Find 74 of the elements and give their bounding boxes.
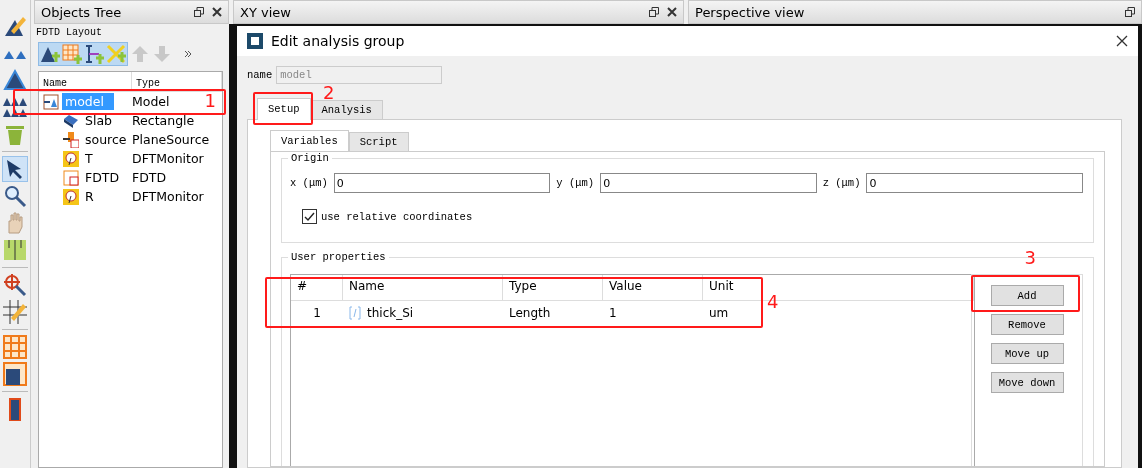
coordinate-field[interactable]: 0 [333, 173, 551, 193]
column-header[interactable]: # [291, 275, 343, 301]
table-cell-text: um [708, 305, 730, 322]
tree-item-type: Rectangle [132, 113, 195, 128]
dialog-title: Edit analysis group [271, 33, 405, 49]
view-title: XY view [240, 4, 291, 20]
tree-item[interactable]: Slab [82, 112, 115, 129]
coordinate-field[interactable]: 0 [600, 173, 817, 193]
field-label: x (μm) [290, 177, 328, 189]
tree-item-type: FDTD [132, 170, 167, 185]
float-icon[interactable] [649, 7, 659, 17]
panel-title: Objects Tree [41, 4, 122, 20]
table-cell-text: Length [508, 305, 552, 322]
fdtd-region-icon [63, 169, 79, 186]
model-icon [43, 93, 59, 110]
search-icon[interactable] [3, 184, 27, 208]
monitor-icon [63, 150, 79, 167]
column-header[interactable]: Type [503, 275, 603, 301]
calculator-grid-icon[interactable] [3, 362, 27, 386]
tree-item[interactable]: FDTD [82, 169, 123, 186]
group-title: User properties [288, 251, 389, 263]
float-icon[interactable] [194, 7, 204, 17]
table-cell: thick_Si [367, 306, 414, 320]
annotation-number: 3 [1024, 249, 1036, 267]
ruler-icon[interactable] [3, 238, 27, 262]
app-icon [247, 33, 263, 49]
grid-pen-icon[interactable] [3, 300, 27, 324]
close-icon[interactable] [212, 7, 222, 17]
tab[interactable]: Setup [257, 98, 311, 120]
close-icon[interactable] [667, 7, 677, 17]
tree-item[interactable]: R [82, 188, 97, 205]
tree-item-type: DFTMonitor [132, 189, 204, 204]
annotation-number: 1 [204, 92, 216, 110]
column-header[interactable]: Name [343, 275, 503, 301]
checkbox-label: use relative coordinates [321, 210, 473, 223]
variable-icon [349, 306, 361, 320]
tab[interactable]: Variables [270, 130, 349, 152]
tree-item-type: Model [132, 94, 170, 109]
float-icon[interactable] [1125, 7, 1135, 17]
monitor-icon [63, 188, 79, 205]
layout-label: FDTD Layout [35, 26, 103, 40]
triangle-icon[interactable] [3, 68, 27, 92]
annotation-number: 2 [323, 84, 335, 102]
tab[interactable]: Script [348, 132, 409, 151]
tree-item-type: PlaneSource [132, 132, 210, 147]
table-cell-text: 1 [608, 305, 618, 322]
coordinate-field[interactable]: 0 [866, 173, 1083, 193]
source-icon [63, 131, 79, 148]
add-port-icon[interactable] [84, 44, 104, 64]
pointer-icon[interactable] [3, 157, 27, 181]
zoom-target-icon[interactable] [3, 273, 27, 297]
tab[interactable]: Analysis [310, 100, 383, 119]
tree-item-type: DFTMonitor [132, 151, 204, 166]
close-icon[interactable] [1116, 35, 1128, 47]
group-title: Origin [288, 152, 332, 164]
tree-item[interactable]: source [82, 131, 130, 148]
column-header[interactable]: Value [603, 275, 703, 301]
column-header[interactable]: Name [39, 72, 132, 91]
field-label: z (μm) [822, 177, 861, 189]
annotation-box [253, 92, 313, 125]
action-button[interactable]: Add [990, 285, 1064, 306]
view-title: Perspective view [695, 4, 805, 20]
field-label: name [247, 69, 273, 81]
action-button[interactable]: Move down [990, 372, 1064, 393]
tree-item[interactable]: T [82, 150, 96, 167]
action-button[interactable]: Remove [990, 314, 1064, 335]
slab-icon [63, 112, 79, 129]
checkbox[interactable] [302, 209, 317, 224]
field-label: y (μm) [556, 177, 595, 189]
action-button[interactable]: Move up [990, 343, 1064, 364]
table-cell-text: 1 [312, 305, 322, 322]
pen-triangle-icon[interactable] [3, 14, 27, 38]
more-icon[interactable] [184, 50, 192, 58]
column-header[interactable]: Type [132, 72, 222, 91]
